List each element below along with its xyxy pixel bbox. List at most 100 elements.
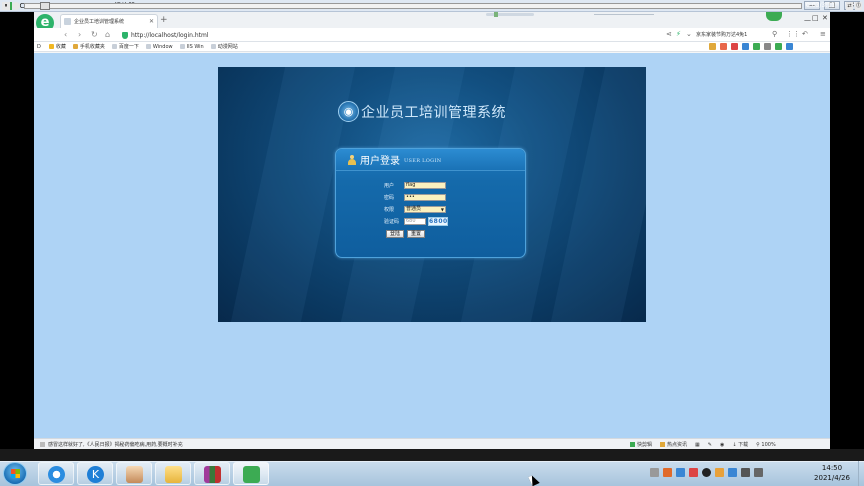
- seek-bar[interactable]: [24, 3, 802, 9]
- status-zoom[interactable]: ⚲ 100%: [756, 442, 776, 448]
- tray-volume-icon[interactable]: [754, 468, 763, 477]
- player-swap-button[interactable]: ⇄: [846, 2, 853, 10]
- forward-arrow-icon[interactable]: ›: [78, 30, 81, 39]
- page-favicon-icon: [64, 18, 71, 25]
- favorite-item-baidu[interactable]: 百度一下: [111, 43, 139, 50]
- player-control-bar: [0, 449, 864, 461]
- status-quick-edit[interactable]: 快剪辑: [630, 441, 652, 448]
- share-icon[interactable]: ⋖: [666, 30, 672, 38]
- captcha-row: 验证码 680 6800: [384, 216, 448, 226]
- status-hot-news[interactable]: 热点资讯: [660, 441, 687, 448]
- seek-thumb[interactable]: [40, 2, 50, 10]
- page-content: ◉ 企业员工培训管理系统 用户登录 USER LOGIN 用户 flag 密码 …: [34, 53, 830, 438]
- start-button[interactable]: [3, 462, 27, 485]
- doc-icon: [179, 44, 185, 49]
- username-input[interactable]: flag: [404, 181, 446, 189]
- taskbar-clock[interactable]: 14:50 2021/4/26: [808, 463, 856, 483]
- tray-network-app-icon[interactable]: [676, 468, 685, 477]
- news-ticker[interactable]: 感冒这样就好了,《人民日报》揭秘药偏吃病,用药,要概时补充: [40, 441, 183, 448]
- user-icon: [347, 154, 357, 165]
- tray-shield-icon[interactable]: [715, 468, 724, 477]
- tab-close-icon[interactable]: ✕: [149, 18, 154, 25]
- dropdown-chevron-icon[interactable]: ⌄: [686, 30, 692, 38]
- system-tray: [650, 468, 767, 477]
- status-download[interactable]: ↓ 下载: [732, 441, 748, 448]
- back-arrow-icon[interactable]: ‹: [64, 30, 67, 39]
- taskbar-qq-app[interactable]: [116, 462, 152, 485]
- captcha-label: 验证码: [384, 218, 400, 225]
- tray-office-icon[interactable]: [663, 468, 672, 477]
- extension-check-icon[interactable]: [775, 43, 782, 50]
- username-label: 用户: [384, 182, 395, 189]
- show-desktop-button[interactable]: [858, 461, 864, 486]
- tab-login[interactable]: 企业员工培训管理系统 ✕: [60, 14, 158, 28]
- password-input[interactable]: •••: [404, 193, 446, 201]
- security-shield-icon: [122, 31, 128, 39]
- taskbar-sogou-app[interactable]: [38, 462, 74, 485]
- extension-close-icon[interactable]: [731, 43, 738, 50]
- taskbar-recorder-app[interactable]: [233, 462, 269, 485]
- hamburger-menu-icon[interactable]: ≡: [820, 30, 826, 38]
- reset-button[interactable]: 重置: [407, 230, 426, 238]
- pause-button[interactable]: ⏸: [2, 2, 10, 10]
- doc-icon: [145, 44, 151, 49]
- system-title: 企业员工培训管理系统: [361, 104, 506, 121]
- menu-grid-icon[interactable]: ⋮⋮: [786, 30, 800, 38]
- extension-icons: [709, 43, 797, 50]
- loop-button[interactable]: [12, 2, 20, 10]
- clock-date: 2021/4/26: [814, 474, 850, 482]
- extension-blue-icon[interactable]: [786, 43, 793, 50]
- tray-qq-icon[interactable]: [702, 468, 711, 477]
- role-select[interactable]: 普通员 ▼: [404, 205, 446, 213]
- address-bar[interactable]: http://localhost/login.html: [122, 30, 682, 40]
- tray-blue-icon[interactable]: [728, 468, 737, 477]
- extension-red-icon[interactable]: [720, 43, 727, 50]
- browser-close-button[interactable]: ✕: [822, 14, 828, 22]
- browser-minimize-button[interactable]: —: [804, 16, 811, 24]
- status-grid-icon[interactable]: ▦: [695, 442, 700, 448]
- login-box: 用户登录 USER LOGIN 用户 flag 密码 ••• 权限 普通员 ▼ 验…: [335, 148, 526, 258]
- status-speaker-icon[interactable]: ◉: [720, 442, 724, 448]
- captcha-image[interactable]: 6800: [428, 216, 448, 226]
- taskbar-explorer-app[interactable]: [155, 462, 191, 485]
- kugou-icon: K: [87, 466, 104, 483]
- extension-green-icon[interactable]: [753, 43, 760, 50]
- extension-folder-icon[interactable]: [709, 43, 716, 50]
- status-tools: 快剪辑 热点资讯 ▦ ✎ ◉ ↓ 下载 ⚲ 100%: [630, 441, 784, 448]
- status-clean-icon[interactable]: ✎: [708, 442, 712, 448]
- favorite-item-window[interactable]: Window: [145, 44, 173, 50]
- undo-icon[interactable]: ↶: [802, 30, 808, 38]
- taskbar-winrar-app[interactable]: [194, 462, 230, 485]
- folder-icon: [165, 466, 182, 483]
- user-avatar-icon[interactable]: [766, 12, 782, 21]
- taskbar-kugou-app[interactable]: K: [77, 462, 113, 485]
- extension-gray-icon[interactable]: [764, 43, 771, 50]
- bolt-icon[interactable]: ⚡: [676, 30, 681, 38]
- new-tab-button[interactable]: +: [160, 15, 168, 25]
- login-box-header: 用户登录 USER LOGIN: [336, 149, 525, 171]
- captcha-input[interactable]: 680: [404, 217, 426, 225]
- password-row: 密码 •••: [384, 193, 446, 201]
- favorite-item-collect[interactable]: 收藏: [48, 43, 66, 50]
- status-bar: 感冒这样就好了,《人民日报》揭秘药偏吃病,用药,要概时补充 快剪辑 热点资讯 ▦…: [34, 438, 830, 449]
- screen-recorder-icon: [243, 466, 260, 483]
- reload-icon[interactable]: ↻: [91, 30, 98, 39]
- browser-maximize-button[interactable]: □: [812, 14, 819, 22]
- favorite-item-anime[interactable]: 动漫网站: [210, 43, 238, 50]
- favorite-item-mobile[interactable]: 手机收藏夹: [72, 43, 105, 50]
- search-icon[interactable]: ⚲: [772, 30, 777, 38]
- tray-red-icon[interactable]: [689, 468, 698, 477]
- extension-search-icon[interactable]: [742, 43, 749, 50]
- star-icon: [48, 44, 54, 49]
- role-label: 权限: [384, 206, 395, 213]
- tray-network-icon[interactable]: [741, 468, 750, 477]
- winrar-icon: [204, 466, 221, 483]
- player-info-button[interactable]: ⓵: [855, 2, 862, 10]
- login-panel: ◉ 企业员工培训管理系统 用户登录 USER LOGIN 用户 flag 密码 …: [218, 67, 646, 322]
- address-url[interactable]: http://localhost/login.html: [131, 32, 209, 39]
- tray-keyboard-icon[interactable]: [650, 468, 659, 477]
- login-button[interactable]: 登陆: [386, 230, 405, 238]
- home-icon[interactable]: ⌂: [105, 30, 110, 39]
- favorite-item-iis[interactable]: IIS Win: [179, 44, 204, 50]
- news-ticker-text[interactable]: 感冒这样就好了,《人民日报》揭秘药偏吃病,用药,要概时补充: [48, 441, 183, 448]
